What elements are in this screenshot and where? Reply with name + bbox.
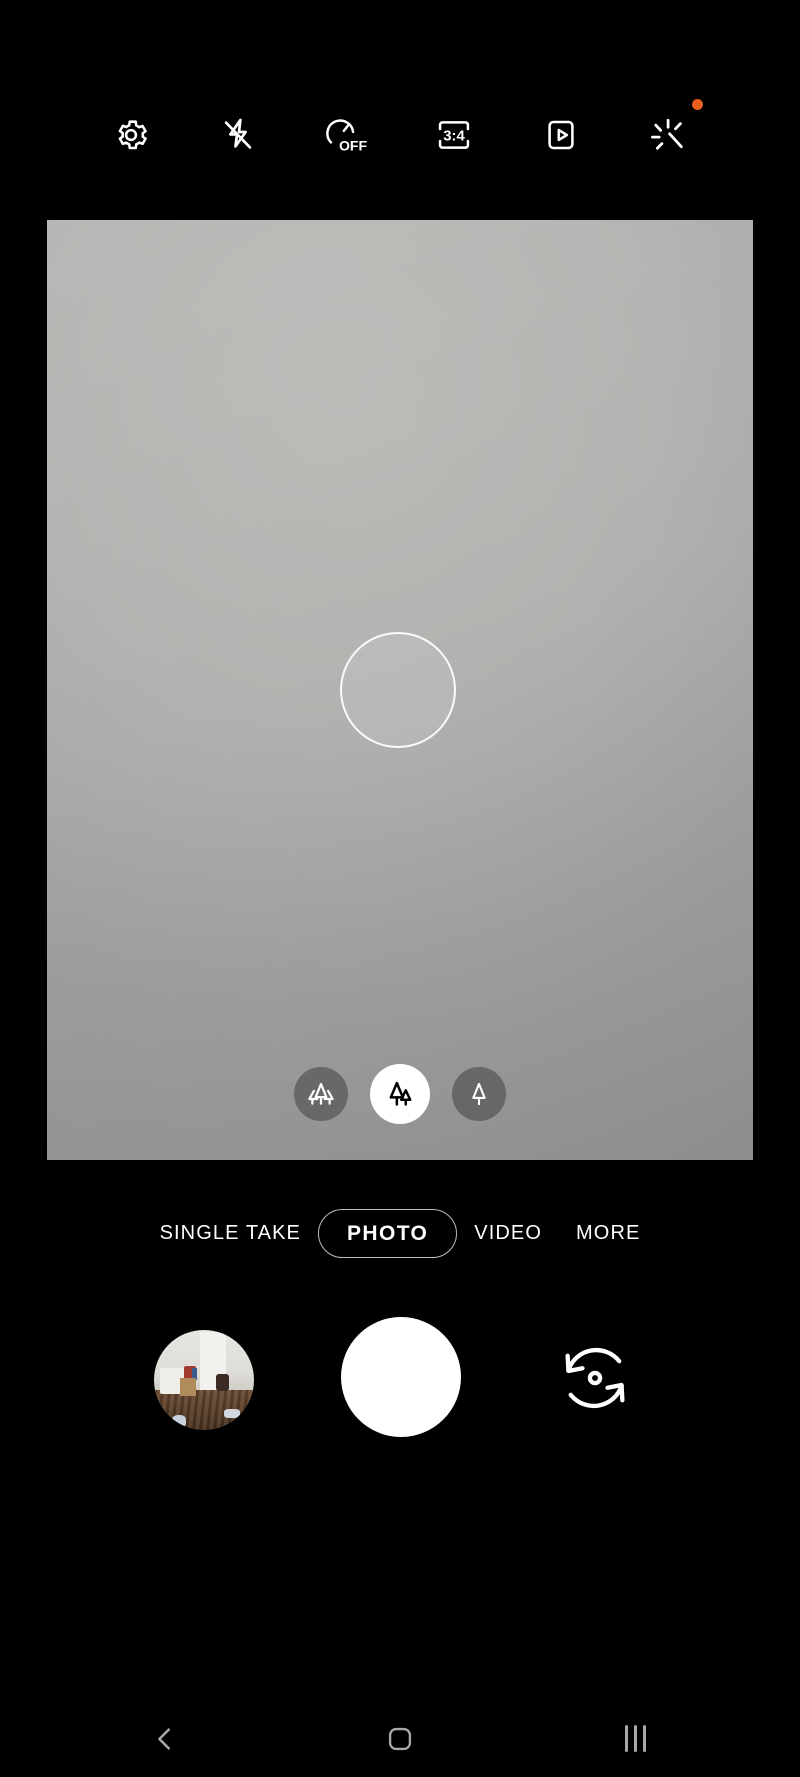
mode-video[interactable]: VIDEO bbox=[457, 1223, 559, 1243]
lens-option-ultra-wide[interactable] bbox=[294, 1067, 348, 1121]
flash-off-icon bbox=[219, 116, 257, 154]
camera-action-row bbox=[47, 1310, 753, 1470]
nav-home-button[interactable] bbox=[355, 1709, 445, 1769]
nav-back-button[interactable] bbox=[120, 1709, 210, 1769]
switch-camera-button[interactable] bbox=[547, 1330, 643, 1426]
timer-state-label: OFF bbox=[339, 138, 368, 154]
flash-button[interactable] bbox=[210, 107, 266, 163]
aspect-ratio-icon: 3:4 bbox=[433, 116, 475, 154]
camera-mode-selector: SINGLE TAKE PHOTO VIDEO MORE bbox=[47, 1202, 753, 1264]
timer-button[interactable]: OFF bbox=[318, 107, 374, 163]
home-square-icon bbox=[386, 1725, 414, 1753]
gallery-thumbnail-image bbox=[154, 1330, 254, 1430]
aspect-ratio-button[interactable]: 3:4 bbox=[426, 107, 482, 163]
camera-viewfinder[interactable] bbox=[47, 220, 753, 1160]
recents-bars-icon bbox=[624, 1725, 646, 1752]
mode-photo[interactable]: PHOTO bbox=[317, 1208, 458, 1258]
filters-effects-button[interactable] bbox=[641, 99, 704, 163]
gallery-thumbnail-button[interactable] bbox=[154, 1330, 254, 1430]
motion-photo-icon bbox=[542, 116, 580, 154]
three-trees-icon bbox=[304, 1077, 338, 1111]
motion-photo-button[interactable] bbox=[533, 107, 589, 163]
focus-ring-indicator bbox=[340, 632, 456, 748]
magic-wand-filters-icon bbox=[649, 115, 689, 155]
two-trees-icon bbox=[383, 1077, 417, 1111]
nav-recents-button[interactable] bbox=[590, 1709, 680, 1769]
filters-new-badge bbox=[692, 99, 704, 110]
mode-more[interactable]: MORE bbox=[559, 1223, 657, 1243]
lens-zoom-selector bbox=[47, 1064, 753, 1124]
aspect-ratio-label: 3:4 bbox=[443, 129, 465, 145]
lens-option-wide[interactable] bbox=[370, 1064, 430, 1124]
one-tree-icon bbox=[463, 1078, 495, 1110]
shutter-button[interactable] bbox=[341, 1317, 461, 1437]
system-navigation-bar bbox=[47, 1700, 753, 1777]
camera-flip-icon bbox=[552, 1335, 638, 1421]
camera-top-toolbar: OFF 3:4 bbox=[47, 0, 753, 220]
camera-app-screen: OFF 3:4 SINGLE TAKE PHOTO VIDEO MORE bbox=[47, 0, 753, 1777]
mode-single-take[interactable]: SINGLE TAKE bbox=[143, 1223, 318, 1243]
settings-gear-icon bbox=[112, 116, 150, 154]
lens-option-telephoto[interactable] bbox=[452, 1067, 506, 1121]
chevron-left-icon bbox=[150, 1724, 180, 1754]
settings-button[interactable] bbox=[103, 107, 159, 163]
camera-bottom-panel: SINGLE TAKE PHOTO VIDEO MORE bbox=[47, 1160, 753, 1777]
timer-off-icon: OFF bbox=[323, 114, 369, 156]
